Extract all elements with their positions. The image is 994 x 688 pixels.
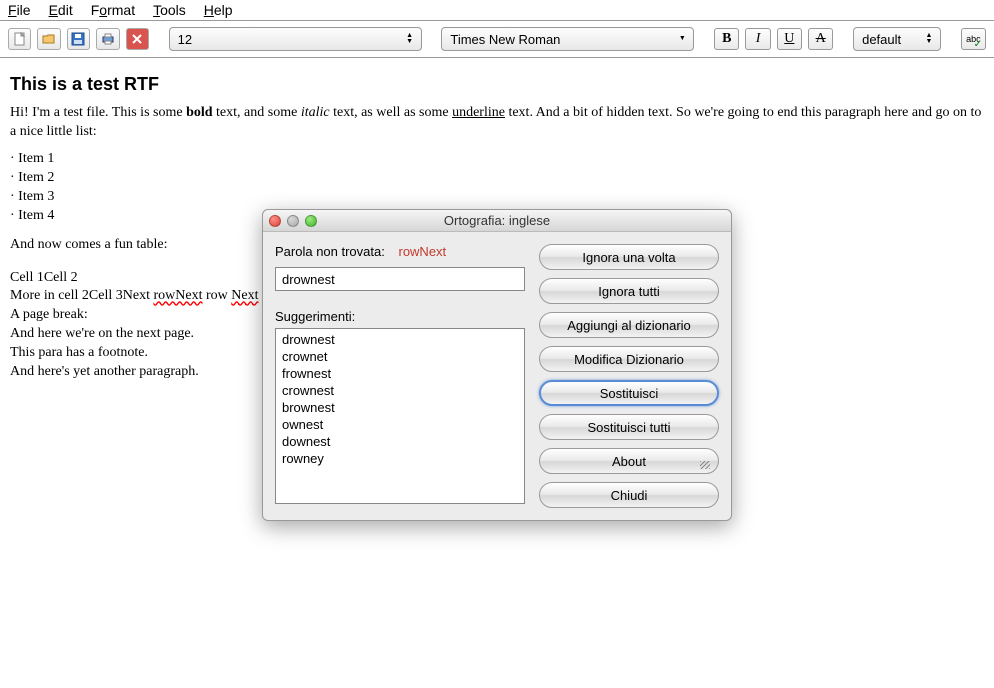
replacement-input[interactable] — [275, 267, 525, 291]
list-item[interactable]: downest — [276, 433, 524, 450]
list-item[interactable]: ownest — [276, 416, 524, 433]
list-item: Item 3 — [10, 188, 984, 207]
list-item: Item 2 — [10, 169, 984, 188]
replace-all-button[interactable]: Sostituisci tutti — [539, 414, 719, 440]
menu-file[interactable]: File — [8, 2, 31, 18]
add-dictionary-button[interactable]: Aggiungi al dizionario — [539, 312, 719, 338]
open-icon[interactable] — [37, 28, 60, 50]
doc-paragraph: Hi! I'm a test file. This is some bold t… — [10, 104, 984, 142]
menu-edit[interactable]: Edit — [49, 2, 73, 18]
edit-dictionary-button[interactable]: Modifica Dizionario — [539, 346, 719, 372]
font-name-combo[interactable]: Times New Roman ▼ — [441, 27, 694, 51]
font-size-value: 12 — [178, 32, 403, 47]
spellcheck-dialog: Ortografia: inglese Parola non trovata: … — [262, 209, 732, 521]
window-close-icon[interactable] — [269, 215, 281, 227]
list-item[interactable]: rowney — [276, 450, 524, 467]
chevron-updown-icon: ▲▼ — [403, 33, 417, 45]
chevron-down-icon: ▼ — [675, 36, 689, 42]
not-found-word: rowNext — [398, 244, 446, 259]
list-item[interactable]: crownest — [276, 382, 524, 399]
spellcheck-icon[interactable]: abc — [961, 28, 986, 50]
window-zoom-icon[interactable] — [305, 215, 317, 227]
menu-help[interactable]: Help — [204, 2, 233, 18]
menu-format[interactable]: Format — [91, 2, 135, 18]
font-name-value: Times New Roman — [450, 32, 675, 47]
not-found-label: Parola non trovata: rowNext — [275, 244, 525, 259]
chevron-updown-icon: ▲▼ — [922, 33, 936, 45]
strike-button[interactable]: A — [808, 28, 833, 50]
suggestions-list[interactable]: drownest crownet frownest crownest brown… — [275, 328, 525, 504]
bold-button[interactable]: B — [714, 28, 739, 50]
ignore-once-button[interactable]: Ignora una volta — [539, 244, 719, 270]
about-button[interactable]: About — [539, 448, 719, 474]
underline-button[interactable]: U — [777, 28, 802, 50]
style-combo[interactable]: default ▲▼ — [853, 27, 941, 51]
dialog-title: Ortografia: inglese — [263, 213, 731, 228]
dialog-titlebar[interactable]: Ortografia: inglese — [263, 210, 731, 232]
menu-tools[interactable]: Tools — [153, 2, 186, 18]
new-icon[interactable] — [8, 28, 31, 50]
menubar: File Edit Format Tools Help — [0, 0, 994, 21]
doc-title: This is a test RTF — [10, 72, 984, 96]
list-item[interactable]: frownest — [276, 365, 524, 382]
close-icon[interactable] — [126, 28, 149, 50]
replace-button[interactable]: Sostituisci — [539, 380, 719, 406]
window-minimize-icon[interactable] — [287, 215, 299, 227]
italic-button[interactable]: I — [745, 28, 770, 50]
save-icon[interactable] — [67, 28, 90, 50]
list-item: Item 1 — [10, 150, 984, 169]
toolbar: 12 ▲▼ Times New Roman ▼ B I U A default … — [0, 21, 994, 58]
font-size-combo[interactable]: 12 ▲▼ — [169, 27, 422, 51]
close-button[interactable]: Chiudi — [539, 482, 719, 508]
list-item[interactable]: crownet — [276, 348, 524, 365]
suggestions-label: Suggerimenti: — [275, 309, 525, 324]
list-item[interactable]: drownest — [276, 331, 524, 348]
print-icon[interactable] — [96, 28, 119, 50]
style-value: default — [862, 32, 922, 47]
ignore-all-button[interactable]: Ignora tutti — [539, 278, 719, 304]
list-item[interactable]: brownest — [276, 399, 524, 416]
